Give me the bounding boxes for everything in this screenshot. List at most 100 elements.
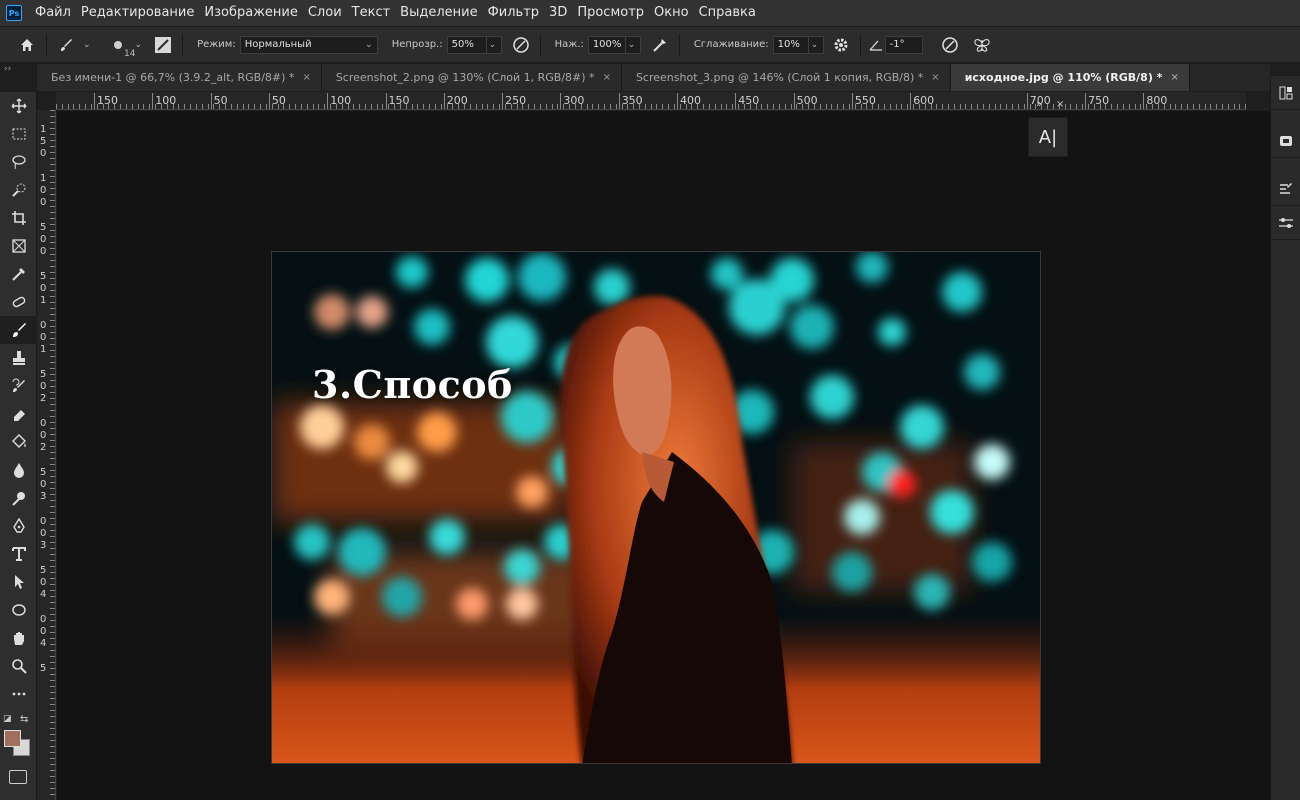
ruler-minor-tick — [50, 764, 55, 765]
ruler-minor-tick — [207, 104, 209, 109]
tab-document-3[interactable]: Screenshot_3.png @ 146% (Слой 1 копия, R… — [621, 64, 951, 91]
marquee-tool-icon[interactable] — [0, 120, 37, 148]
pressure-size-icon[interactable] — [937, 32, 963, 58]
ellipse-tool-icon[interactable] — [0, 596, 37, 624]
libraries-panel-icon[interactable] — [1271, 124, 1300, 158]
close-icon[interactable]: × — [302, 72, 310, 83]
document-image[interactable]: 3.Способ — [271, 251, 1041, 764]
pressure-opacity-icon[interactable] — [508, 32, 534, 58]
tab-document-1[interactable]: Без имени-1 @ 66,7% (3.9.2_alt, RGB/8#) … — [37, 64, 322, 91]
brush-tool-preset-icon[interactable] — [53, 32, 79, 58]
menu-file[interactable]: Файл — [30, 0, 76, 26]
zoom-tool-icon[interactable] — [0, 652, 37, 680]
brush-settings-panel-icon[interactable] — [150, 32, 176, 58]
tab-document-2[interactable]: Screenshot_2.png @ 130% (Слой 1, RGB/8#)… — [321, 64, 622, 91]
menu-window[interactable]: Окно — [649, 0, 694, 26]
ruler-minor-tick — [324, 104, 326, 109]
ruler-minor-tick — [50, 782, 55, 783]
menu-view[interactable]: Просмотр — [572, 0, 649, 26]
pen-tool-icon[interactable] — [0, 512, 37, 540]
ruler-minor-tick — [831, 104, 833, 109]
lasso-tool-icon[interactable] — [0, 148, 37, 176]
dodge-tool-icon[interactable] — [0, 484, 37, 512]
path-selection-tool-icon[interactable] — [0, 568, 37, 596]
airbrush-icon[interactable] — [647, 32, 673, 58]
ruler-minor-tick — [50, 722, 55, 723]
angle-input[interactable]: -1° — [884, 35, 923, 54]
brush-tool-icon[interactable] — [0, 316, 37, 344]
ruler-minor-tick — [708, 104, 710, 109]
ruler-minor-tick — [633, 104, 635, 109]
properties-panel-icon[interactable] — [1271, 76, 1300, 110]
menu-help[interactable]: Справка — [694, 0, 761, 26]
symmetry-butterfly-icon[interactable] — [969, 32, 995, 58]
ruler-minor-tick — [50, 692, 55, 693]
ruler-minor-tick — [50, 440, 55, 441]
quick-mask-icon[interactable] — [9, 770, 27, 784]
ruler-minor-tick — [50, 236, 55, 237]
menu-layer[interactable]: Слои — [303, 0, 347, 26]
ruler-minor-tick — [1163, 104, 1165, 109]
opacity-label: Непрозр.: — [391, 39, 443, 50]
opacity-dropdown[interactable]: ⌄ — [486, 35, 502, 54]
ruler-minor-tick — [50, 608, 55, 609]
ruler-minor-tick — [370, 104, 372, 109]
paint-bucket-tool-icon[interactable] — [0, 428, 37, 456]
healing-brush-tool-icon[interactable] — [0, 288, 37, 316]
chevron-down-icon[interactable]: ⌄ — [135, 40, 143, 50]
tab-document-4-active[interactable]: исходное.jpg @ 110% (RGB/8) * × — [950, 64, 1190, 91]
crop-tool-icon[interactable] — [0, 204, 37, 232]
ruler-minor-tick — [557, 104, 559, 109]
menu-edit[interactable]: Редактирование — [76, 0, 199, 26]
clone-stamp-tool-icon[interactable] — [0, 344, 37, 372]
hand-tool-icon[interactable] — [0, 624, 37, 652]
menu-3d[interactable]: 3D — [544, 0, 572, 26]
ruler-minor-tick — [942, 104, 944, 109]
type-tool-icon[interactable] — [0, 540, 37, 568]
menu-filter[interactable]: Фильтр — [483, 0, 544, 26]
ruler-minor-tick — [359, 104, 361, 109]
panel-close-icon[interactable]: × — [1056, 99, 1064, 110]
close-icon[interactable]: × — [603, 72, 611, 83]
vertical-ruler: 1501005005010015020025030035040045 — [37, 110, 56, 800]
frame-tool-icon[interactable] — [0, 232, 37, 260]
swap-colors-icon[interactable]: ⇆ — [20, 714, 28, 725]
eraser-tool-icon[interactable] — [0, 400, 37, 428]
panel-collapse-icon[interactable]: » — [1036, 99, 1042, 110]
opacity-input[interactable]: 50% — [446, 35, 487, 54]
gear-icon[interactable] — [828, 32, 854, 58]
menu-type[interactable]: Текст — [347, 0, 396, 26]
ruler-minor-tick — [621, 104, 623, 109]
blur-tool-icon[interactable] — [0, 456, 37, 484]
ruler-minor-tick — [102, 104, 104, 109]
close-icon[interactable]: × — [1170, 72, 1178, 83]
pressure-input[interactable]: 100% — [587, 35, 626, 54]
toolbar-expand-icon[interactable]: ›› — [4, 64, 11, 74]
smoothing-dropdown[interactable]: ⌄ — [808, 35, 824, 54]
ruler-minor-tick — [120, 104, 122, 109]
adjustments-sliders-icon[interactable] — [1271, 206, 1300, 240]
ruler-minor-tick — [516, 104, 518, 109]
ruler-major-tick — [618, 93, 620, 109]
ruler-label: 2 — [40, 393, 47, 404]
default-colors-icon[interactable]: ◪ — [3, 714, 12, 724]
home-icon[interactable] — [14, 32, 40, 58]
character-panel-button[interactable]: A| — [1028, 117, 1068, 157]
close-icon[interactable]: × — [931, 72, 939, 83]
foreground-color-swatch[interactable] — [4, 730, 21, 747]
move-tool-icon[interactable] — [0, 92, 37, 120]
ruler-minor-tick — [108, 104, 110, 109]
menu-image[interactable]: Изображение — [199, 0, 302, 26]
brush-settings-icon[interactable] — [1271, 172, 1300, 206]
history-brush-tool-icon[interactable] — [0, 372, 37, 400]
blend-mode-select[interactable]: Нормальный ⌄ — [239, 35, 378, 54]
ruler-minor-tick — [755, 104, 757, 109]
pressure-dropdown[interactable]: ⌄ — [625, 35, 641, 54]
ruler-minor-tick — [1175, 104, 1177, 109]
menu-select[interactable]: Выделение — [395, 0, 482, 26]
chevron-down-icon[interactable]: ⌄ — [83, 40, 91, 50]
quick-selection-tool-icon[interactable] — [0, 176, 37, 204]
smoothing-input[interactable]: 10% — [772, 35, 809, 54]
eyedropper-tool-icon[interactable] — [0, 260, 37, 288]
more-tools-icon[interactable] — [0, 680, 37, 708]
